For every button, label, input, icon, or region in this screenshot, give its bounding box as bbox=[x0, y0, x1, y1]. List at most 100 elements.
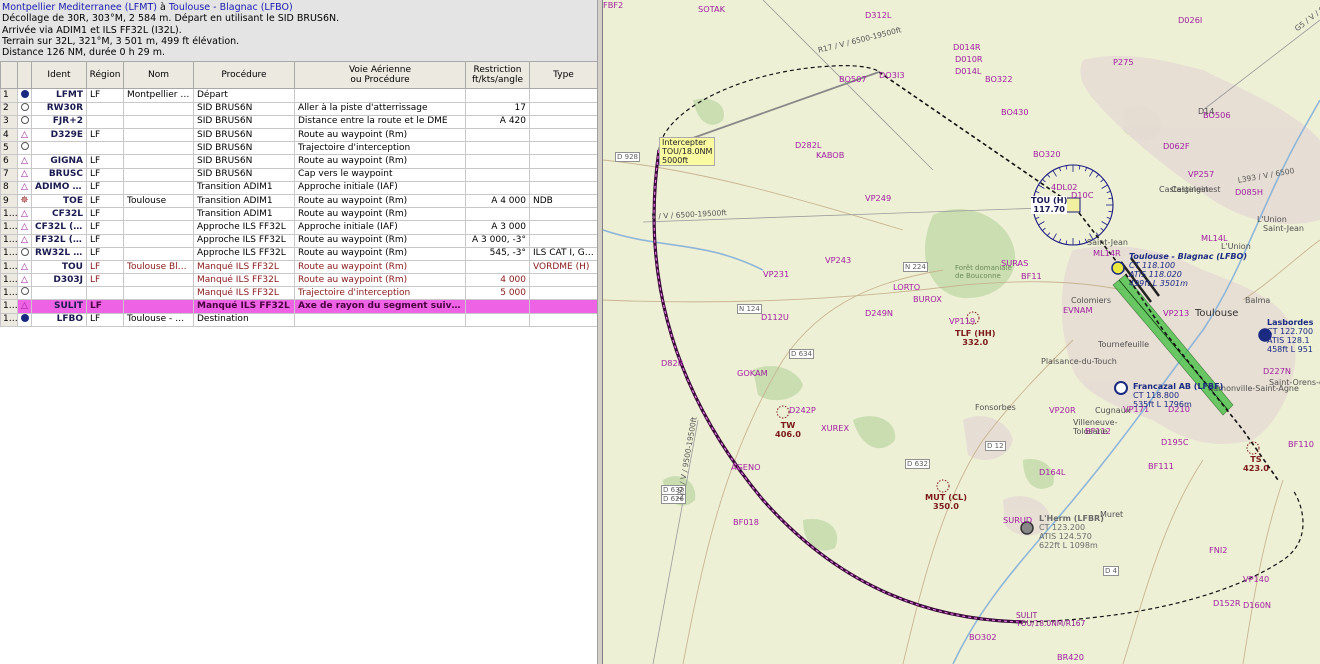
map-waypoint-ageno[interactable]: AGENO bbox=[731, 462, 761, 472]
col-header-region[interactable]: Région bbox=[86, 61, 124, 90]
map-waypoint-bo320[interactable]: BO320 bbox=[1033, 149, 1061, 159]
map-waypoint-bf111[interactable]: BF111 bbox=[1148, 461, 1174, 471]
table-row[interactable]: 11 △ CF32L (F... LF Approche ILS FF32L Approc… bbox=[0, 220, 597, 235]
map-waypoint-d014l[interactable]: D014L bbox=[955, 66, 982, 76]
map-waypoint-d242p[interactable]: D242P bbox=[789, 405, 816, 415]
map-road-label[interactable]: D 4 bbox=[1103, 566, 1120, 576]
map-waypoint-vp213[interactable]: VP213 bbox=[1163, 308, 1189, 318]
map-waypoint-d112u[interactable]: D112U bbox=[761, 312, 789, 322]
col-header-procedure[interactable]: Procédure bbox=[193, 61, 295, 90]
map-waypoint-d160n[interactable]: D160N bbox=[1243, 600, 1271, 610]
map-waypoint-bf11[interactable]: BF11 bbox=[1021, 271, 1042, 281]
col-header-restriction[interactable]: Restriction ft/kts/angle bbox=[465, 61, 530, 90]
navaid-tlf[interactable]: TLF (HH) 332.0 bbox=[955, 329, 995, 347]
map-waypoint-xurex[interactable]: XUREX bbox=[821, 423, 849, 433]
map-waypoint-vp119[interactable]: VP119 bbox=[949, 316, 975, 326]
map-waypoint-d014r[interactable]: D014R bbox=[953, 42, 981, 52]
map-road-label[interactable]: D 12 bbox=[985, 441, 1006, 451]
map-road-label[interactable]: N 224 bbox=[903, 262, 928, 272]
navaid-mut[interactable]: MUT (CL) 350.0 bbox=[925, 493, 967, 511]
map-waypoint-gokam[interactable]: GOKAM bbox=[737, 368, 768, 378]
col-header-type[interactable]: Type bbox=[529, 61, 597, 90]
col-header-name[interactable]: Nom bbox=[123, 61, 194, 90]
map-waypoint-vp249[interactable]: VP249 bbox=[865, 193, 891, 203]
waypoint-triangle-icon: △ bbox=[21, 235, 28, 246]
col-header-icon[interactable] bbox=[17, 61, 32, 90]
map-waypoint-d249n[interactable]: D249N bbox=[865, 308, 893, 318]
map-waypoint-d195c[interactable]: D195C bbox=[1161, 437, 1189, 447]
map-waypoint-evnam[interactable]: EVNAM bbox=[1063, 305, 1093, 315]
airport-label-lfbf[interactable]: Francazal AB (LFBF) CT 118.800 535ft L 179… bbox=[1133, 382, 1223, 409]
map-waypoint-d10c[interactable]: D10C bbox=[1071, 190, 1093, 200]
navaid-tou[interactable]: TOU (H) 117.70 bbox=[1031, 196, 1068, 214]
table-row[interactable]: 6 △ GIGNA LF SID BRUS6N Route au waypoint (Rm… bbox=[0, 154, 597, 169]
map-waypoint-bo430[interactable]: BO430 bbox=[1001, 107, 1029, 117]
map-waypoint-surud[interactable]: SURUD bbox=[1003, 515, 1032, 525]
airport-label-lfcl[interactable]: Lasbordes CT 122.700 ATIS 128.1 458ft L 951 bbox=[1267, 318, 1313, 354]
table-row[interactable]: 1 LFMT LF Montpellier M... Départ bbox=[0, 88, 597, 103]
table-row[interactable]: 4 △ D329E LF SID BRUS6N Route au waypoint (Rm… bbox=[0, 128, 597, 143]
map-waypoint-burox[interactable]: BUROX bbox=[913, 294, 942, 304]
table-row[interactable]: 12 △ FF32L (F... LF Approche ILS FF32L Route … bbox=[0, 233, 597, 248]
map-waypoint-d152r[interactable]: D152R bbox=[1213, 598, 1241, 608]
map-waypoint-bf110[interactable]: BF110 bbox=[1288, 439, 1314, 449]
navaid-ts[interactable]: TS 423.0 bbox=[1243, 455, 1269, 473]
map-waypoint-fbf2[interactable]: FBF2 bbox=[603, 0, 623, 10]
map-road-label[interactable]: D 632 bbox=[905, 459, 930, 469]
arrival-airport-link[interactable]: Toulouse - Blagnac (LFBO) bbox=[169, 2, 293, 13]
map-waypoint-d82r[interactable]: D82R bbox=[661, 358, 683, 368]
map-waypoint-bf018[interactable]: BF018 bbox=[733, 517, 759, 527]
tou-vor-symbol[interactable] bbox=[1065, 197, 1081, 213]
table-row[interactable]: 15 △ D303J LF Manqué ILS FF32L Route au waypo… bbox=[0, 273, 597, 288]
airport-label-lfbo[interactable]: Toulouse - Blagnac (LFBO) CT 118.100 ATIS … bbox=[1129, 252, 1247, 288]
table-row[interactable]: 9 ✵ TOE LF Toulouse Transition ADIM1 Route au … bbox=[0, 193, 597, 209]
map-waypoint-vp243[interactable]: VP243 bbox=[825, 255, 851, 265]
table-row[interactable]: 14 △ TOU LF Toulouse Blag... Manqué ILS FF32L… bbox=[0, 259, 597, 275]
map-waypoint-do3i3[interactable]: DO3I3 bbox=[879, 70, 905, 80]
map-waypoint-d026i[interactable]: D026I bbox=[1178, 15, 1202, 25]
table-row[interactable]: 18 LFBO LF Toulouse - Bl... Destination bbox=[0, 312, 597, 327]
navaid-tw[interactable]: TW 406.0 bbox=[775, 421, 801, 439]
map-waypoint-vp140[interactable]: VP140 bbox=[1243, 574, 1269, 584]
flight-plan-table[interactable]: Ident Région Nom Procédure Voie Aérienne… bbox=[0, 61, 597, 327]
table-row[interactable]: 3 FJR+2 SID BRUS6N Distance entre la route … bbox=[0, 114, 597, 130]
departure-airport-link[interactable]: Montpellier Mediterranee (LFMT) bbox=[2, 2, 157, 13]
map-waypoint-fni2[interactable]: FNI2 bbox=[1209, 545, 1227, 555]
map-waypoint-kabob[interactable]: KABOB bbox=[816, 150, 844, 160]
col-header-airway[interactable]: Voie Aérienne ou Procédure bbox=[294, 61, 466, 90]
map-waypoint-d010r[interactable]: D010R bbox=[955, 54, 983, 64]
map-waypoint-vp231[interactable]: VP231 bbox=[763, 269, 789, 279]
map-waypoint-bo302[interactable]: BO302 bbox=[969, 632, 997, 642]
map-waypoint-bo507[interactable]: BO507 bbox=[839, 74, 867, 84]
map-waypoint-vp20r[interactable]: VP20R bbox=[1049, 405, 1076, 415]
map-waypoint-d164l[interactable]: D164L bbox=[1039, 467, 1066, 477]
map-waypoint-d062f[interactable]: D062F bbox=[1163, 141, 1190, 151]
map-road-label[interactable]: N 124 bbox=[737, 304, 762, 314]
map-view[interactable]: SOTAK D312L D026I D014R D010R D014L P275 BO322 B… bbox=[603, 0, 1320, 664]
col-header-ident[interactable]: Ident bbox=[31, 61, 87, 90]
map-waypoint-sotak[interactable]: SOTAK bbox=[698, 4, 725, 14]
airport-label-lfbr[interactable]: L'Herm (LFBR) CT 123.200 ATIS 124.570 622ft… bbox=[1039, 514, 1104, 550]
map-waypoint-lorto[interactable]: LORTO bbox=[893, 282, 920, 292]
map-waypoint-vp257[interactable]: VP257 bbox=[1188, 169, 1214, 179]
map-road-label[interactable]: D 634 bbox=[789, 349, 814, 359]
map-waypoint-d282l[interactable]: D282L bbox=[795, 140, 822, 150]
table-row[interactable]: 16 Manqué ILS FF32L Trajectoire d'intercep… bbox=[0, 286, 597, 301]
map-waypoint-br420[interactable]: BR420 bbox=[1057, 652, 1084, 662]
table-row[interactable]: 2 RW30R SID BRUS6N Aller à la piste d'atter… bbox=[0, 101, 597, 116]
map-waypoint-p275[interactable]: P275 bbox=[1113, 57, 1134, 67]
table-row[interactable]: 17 △ SULIT LF Manqué ILS FF32L Axe de rayon d… bbox=[0, 299, 597, 314]
map-waypoint-d312l[interactable]: D312L bbox=[865, 10, 892, 20]
map-waypoint-ml14r[interactable]: ML14R bbox=[1093, 248, 1121, 258]
table-row[interactable]: 8 △ ADIMO (... LF Transition ADIM1 Approche i… bbox=[0, 180, 597, 195]
table-row[interactable]: 5 SID BRUS6N Trajectoire d'interception bbox=[0, 141, 597, 156]
map-waypoint-bo322[interactable]: BO322 bbox=[985, 74, 1013, 84]
map-road-label[interactable]: D 928 bbox=[615, 152, 640, 162]
table-row[interactable]: 7 △ BRUSC LF SID BRUS6N Cap vers le waypoint bbox=[0, 167, 597, 182]
table-row[interactable]: 13 RW32L (... LF Approche ILS FF32L Route au… bbox=[0, 246, 597, 261]
row-icon bbox=[17, 114, 32, 130]
col-header-number[interactable] bbox=[0, 61, 18, 90]
table-row[interactable]: 10 △ CF32L LF Transition ADIM1 Route au waypo… bbox=[0, 207, 597, 222]
map-waypoint-d085h[interactable]: D085H bbox=[1235, 187, 1263, 197]
map-waypoint-d227n[interactable]: D227N bbox=[1263, 366, 1291, 376]
